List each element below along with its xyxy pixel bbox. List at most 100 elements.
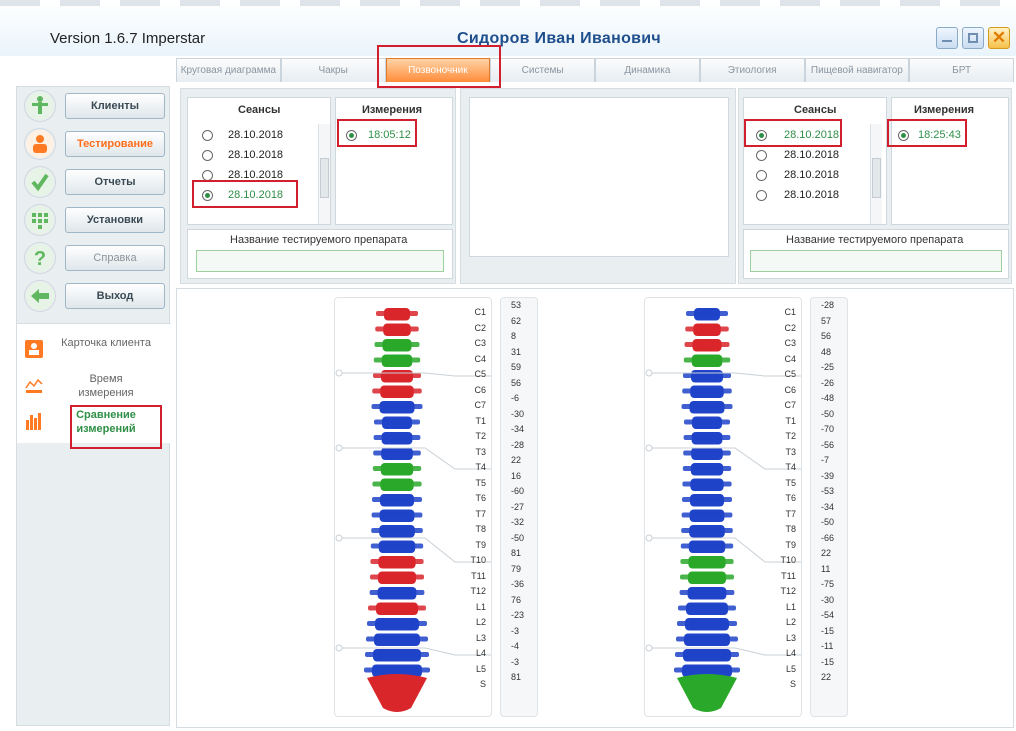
disc	[380, 584, 414, 586]
connector-dot	[335, 644, 343, 652]
right-session-panel: Сеансы 28.10.2018 28.10.2018 28.10.2018 …	[738, 88, 1012, 284]
session-date[interactable]: 28.10.2018	[784, 149, 839, 161]
session-radio[interactable]	[756, 190, 767, 201]
disc	[383, 382, 411, 385]
segment-value: -50	[821, 517, 835, 527]
measurements-list: Измерения 18:05:12	[335, 97, 453, 225]
segment-value: 53	[511, 300, 522, 310]
vertebra-process	[685, 326, 729, 332]
vertebra-process	[682, 481, 732, 487]
tab-etiology[interactable]: Этиология	[699, 58, 805, 82]
segment-value: 31	[511, 346, 522, 357]
segment-label: L2	[475, 617, 486, 627]
sub-item-measurement-time[interactable]: Время измерения	[25, 372, 165, 406]
preparation-label: Название тестируемого препарата	[786, 234, 964, 246]
segment-value: -23	[511, 610, 525, 620]
segment-value: -48	[821, 393, 835, 403]
segment-label: T7	[475, 508, 486, 519]
session-date[interactable]: 28.10.2018	[784, 189, 839, 201]
segment-value: -28	[821, 300, 835, 310]
disc	[378, 615, 416, 617]
person-icon	[25, 91, 55, 121]
disc	[691, 413, 723, 416]
sidebar-item-settings[interactable]: Установки	[23, 205, 165, 235]
preparation-input[interactable]	[750, 250, 1002, 272]
segment-value: -15	[821, 625, 835, 636]
left-segment-labels: C1 C2 C3 C4 C5 C6 C7 T1 T2 T3 T4 T5 T6 T7 T8 T9 T10 T11 T1…	[460, 305, 486, 693]
vertebra-process	[373, 450, 421, 456]
session-radio[interactable]	[202, 150, 213, 161]
tab-chakras[interactable]: Чакры	[280, 58, 386, 82]
vertebra-process	[372, 481, 422, 487]
tab-dynamics[interactable]: Динамика	[595, 58, 700, 82]
sidebar-item-testing[interactable]: Тестирование	[23, 129, 165, 159]
disc	[694, 351, 720, 354]
segment-value: -25	[821, 362, 835, 372]
sessions-scrollbar[interactable]	[870, 124, 882, 224]
segment-value: -32	[511, 517, 525, 527]
maximize-icon[interactable]	[962, 27, 984, 49]
session-date[interactable]: 28.10.2018	[784, 169, 839, 181]
session-date[interactable]: 28.10.2018	[228, 149, 283, 161]
help-button[interactable]: Справка	[65, 245, 165, 271]
disc	[690, 584, 724, 586]
segment-label: L5	[785, 663, 796, 674]
disc	[382, 475, 412, 478]
disc	[692, 475, 722, 478]
settings-button[interactable]: Установки	[65, 207, 165, 233]
user-icon	[25, 129, 55, 159]
segment-label: T2	[785, 431, 796, 441]
highlight-box	[192, 180, 298, 208]
segment-value: 22	[821, 548, 832, 558]
segment-label: T8	[785, 524, 796, 534]
session-radio[interactable]	[202, 130, 213, 141]
vertebra-process	[681, 404, 733, 409]
sidebar-item-exit[interactable]: Выход	[23, 281, 165, 311]
close-icon[interactable]: ✕	[988, 27, 1010, 49]
vertebra-process	[371, 512, 423, 518]
sidebar-item-help[interactable]: ? Справка	[23, 243, 165, 273]
sidebar-item-clients[interactable]: Клиенты	[23, 91, 165, 121]
testing-button[interactable]: Тестирование	[65, 131, 165, 157]
sub-item-client-card[interactable]: Карточка клиента	[25, 336, 165, 370]
tab-brt[interactable]: БРТ	[909, 58, 1014, 82]
vertebra-process	[370, 574, 424, 580]
connector-dot	[645, 644, 653, 652]
disc	[694, 429, 720, 431]
vertebra-process	[681, 528, 733, 533]
segment-value: 62	[511, 315, 522, 326]
vertebra-process	[366, 636, 428, 642]
scroll-thumb[interactable]	[872, 158, 881, 198]
tab-circular-diagram[interactable]: Круговая диаграмма	[176, 58, 281, 82]
top-menu-strip	[0, 0, 1016, 6]
segment-label: T3	[475, 446, 486, 457]
sacrum-segment[interactable]	[677, 674, 737, 712]
sidebar-item-reports[interactable]: Отчеты	[23, 167, 165, 197]
vertebra-process	[674, 667, 740, 673]
segment-value: 48	[821, 346, 832, 357]
left-values-column: 53 62 8 31 59 56 -6 -30 -34 -28 22 16 -60 -27 -32 -50 81…	[500, 297, 538, 717]
segment-label: T8	[475, 524, 486, 534]
sacrum-segment[interactable]	[367, 674, 427, 712]
tab-systems[interactable]: Системы	[490, 58, 595, 82]
segment-value: 76	[511, 594, 522, 605]
preparation-box: Название тестируемого препарата	[743, 229, 1009, 279]
session-date[interactable]: 28.10.2018	[228, 129, 283, 141]
scroll-thumb[interactable]	[320, 158, 329, 198]
exit-button[interactable]: Выход	[65, 283, 165, 309]
minimize-icon[interactable]	[936, 27, 958, 49]
tab-food-navigator[interactable]: Пищевой навигатор	[804, 58, 910, 82]
segment-label: L3	[475, 632, 486, 643]
session-radio[interactable]	[756, 170, 767, 181]
disc	[385, 336, 409, 338]
clients-button[interactable]: Клиенты	[65, 93, 165, 119]
vertebra-process	[365, 652, 429, 657]
reports-button[interactable]: Отчеты	[65, 169, 165, 195]
segment-value: -34	[821, 501, 835, 512]
disc	[386, 320, 408, 323]
sessions-scrollbar[interactable]	[318, 124, 330, 224]
checkmark-icon	[25, 167, 55, 197]
disc	[380, 553, 414, 555]
preparation-input[interactable]	[196, 250, 444, 272]
session-radio[interactable]	[756, 150, 767, 161]
